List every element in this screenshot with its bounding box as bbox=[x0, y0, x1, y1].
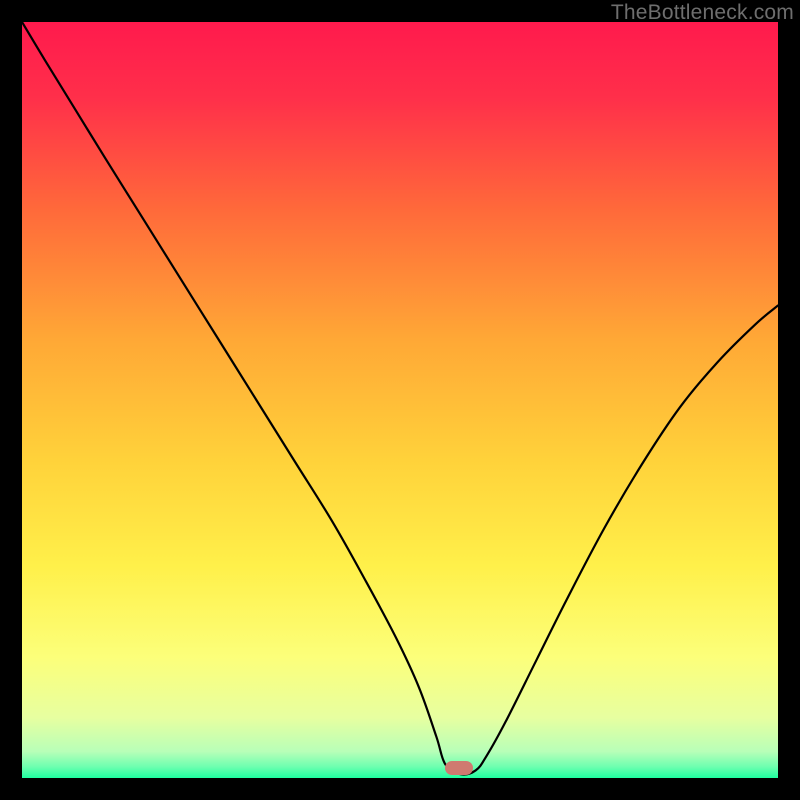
chart-frame: TheBottleneck.com bbox=[0, 0, 800, 800]
watermark-text: TheBottleneck.com bbox=[611, 1, 794, 25]
plot-area bbox=[22, 22, 778, 778]
bottleneck-curve bbox=[22, 22, 778, 778]
optimal-marker bbox=[445, 761, 473, 775]
